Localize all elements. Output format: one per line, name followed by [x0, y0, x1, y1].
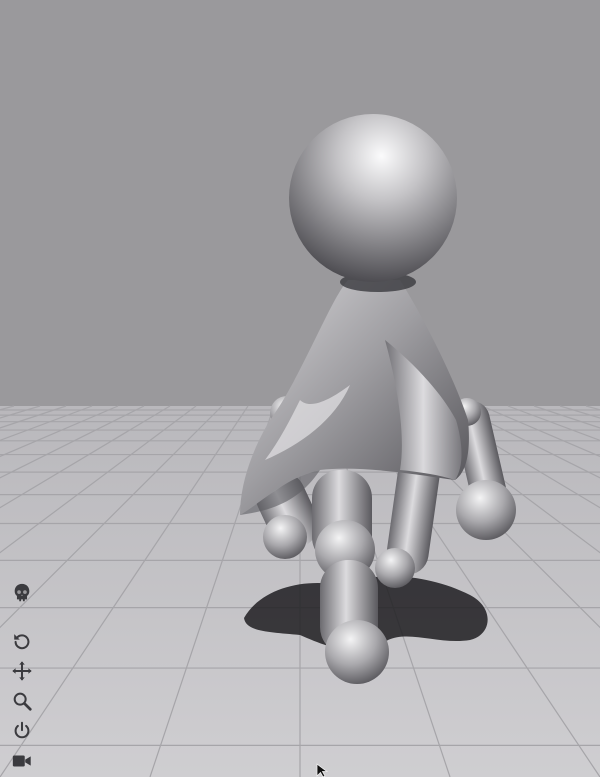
reset-icon: [14, 634, 30, 650]
zoom-icon: [13, 692, 32, 711]
camera-icon: [12, 755, 31, 767]
skull-icon: [14, 583, 30, 602]
power-button[interactable]: [9, 718, 35, 744]
pan-button[interactable]: [9, 658, 35, 684]
mouse-cursor-icon: [316, 763, 329, 777]
reset-button[interactable]: [9, 628, 35, 654]
scene-canvas[interactable]: [0, 0, 600, 777]
power-icon: [14, 721, 30, 739]
camera-button[interactable]: [9, 748, 35, 774]
zoom-button[interactable]: [9, 688, 35, 714]
viewer-toolbar: [8, 580, 36, 774]
move-icon: [12, 661, 32, 681]
3d-viewport[interactable]: [0, 0, 600, 777]
figure-head: [289, 114, 457, 282]
skeleton-button[interactable]: [9, 580, 35, 606]
